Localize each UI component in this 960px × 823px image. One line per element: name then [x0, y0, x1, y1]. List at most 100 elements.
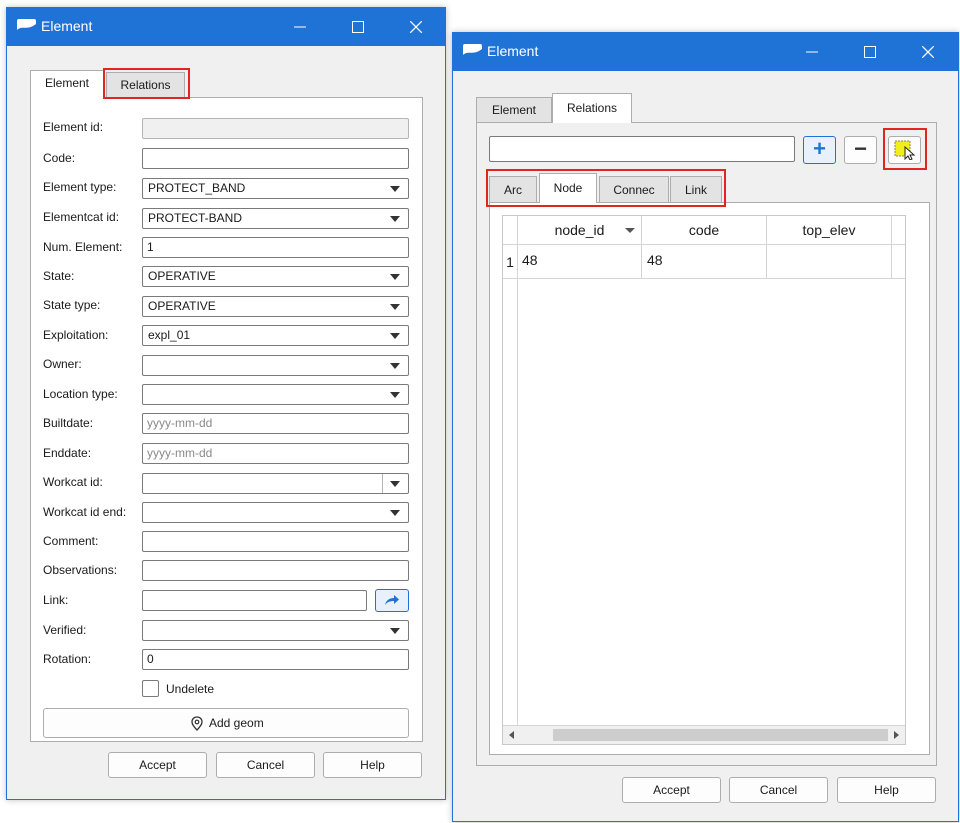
column-header-top-elev[interactable]: top_elev	[767, 216, 892, 245]
maximize-button[interactable]	[847, 33, 893, 71]
rotation-field[interactable]: 0	[142, 649, 409, 670]
select-cursor-icon	[894, 140, 916, 160]
share-arrow-icon	[385, 595, 399, 605]
chevron-down-icon	[390, 186, 400, 192]
help-button[interactable]: Help	[837, 777, 936, 803]
comment-field[interactable]	[142, 531, 409, 552]
element-panel: Element id: Code: Element type: PROTECT_…	[30, 97, 423, 742]
close-icon	[922, 46, 934, 58]
subtab-node[interactable]: Node	[539, 173, 597, 203]
chevron-down-icon	[390, 304, 400, 310]
title-bar[interactable]: Element	[453, 33, 958, 71]
cancel-button[interactable]: Cancel	[729, 777, 828, 803]
map-pin-icon	[191, 716, 203, 731]
node-table-panel: node_id code top_elev 1 48 48	[489, 202, 930, 755]
verified-combo[interactable]	[142, 620, 409, 641]
state-type-combo[interactable]: OPERATIVE	[142, 296, 409, 317]
state-type-value: OPERATIVE	[148, 299, 216, 313]
chevron-down-icon	[390, 216, 400, 222]
close-icon	[410, 21, 422, 33]
remove-relation-button[interactable]: −	[844, 136, 877, 164]
maximize-button[interactable]	[335, 8, 381, 46]
exploitation-combo[interactable]: expl_01	[142, 325, 409, 346]
maximize-icon	[352, 21, 364, 33]
scroll-left-icon[interactable]	[509, 731, 514, 739]
minimize-icon	[294, 26, 306, 28]
link-field[interactable]	[142, 590, 367, 611]
subtab-link[interactable]: Link	[670, 176, 722, 202]
relations-panel: + − Arc Node Connec Link node_id code to…	[476, 122, 937, 766]
tab-element[interactable]: Element	[30, 70, 104, 98]
undelete-label: Undelete	[166, 682, 215, 696]
accept-button[interactable]: Accept	[108, 752, 207, 778]
relations-search-input[interactable]	[489, 136, 795, 162]
column-header-node-id[interactable]: node_id	[518, 216, 642, 245]
window-title: Element	[41, 18, 93, 34]
label-state-type: State type:	[43, 298, 101, 312]
scroll-right-icon[interactable]	[894, 731, 899, 739]
title-bar[interactable]: Element	[7, 8, 445, 46]
window-title: Element	[487, 43, 539, 59]
workcat-id-combo[interactable]	[142, 473, 409, 494]
minimize-icon	[806, 51, 818, 53]
label-verified: Verified:	[43, 623, 87, 637]
label-location-type: Location type:	[43, 387, 118, 401]
cell-top-elev[interactable]	[767, 245, 892, 279]
add-geom-button[interactable]: Add geom	[43, 708, 409, 738]
tab-element[interactable]: Element	[476, 97, 552, 123]
minimize-button[interactable]	[277, 8, 323, 46]
label-link: Link:	[43, 593, 69, 607]
element-dialog-right: Element Element Relations + − Arc Node C…	[452, 32, 959, 822]
add-relation-button[interactable]: +	[803, 136, 836, 164]
chevron-down-icon	[390, 392, 400, 398]
select-on-map-button[interactable]	[888, 136, 921, 164]
state-combo[interactable]: OPERATIVE	[142, 266, 409, 287]
label-observations: Observations:	[43, 563, 118, 577]
chevron-down-icon	[390, 510, 400, 516]
location-type-combo[interactable]	[142, 384, 409, 405]
element-type-combo[interactable]: PROTECT_BAND	[142, 178, 409, 199]
label-builtdate: Builtdate:	[43, 416, 94, 430]
minimize-button[interactable]	[789, 33, 835, 71]
tab-relations[interactable]: Relations	[552, 93, 632, 123]
close-button[interactable]	[393, 8, 439, 46]
label-code: Code:	[43, 151, 76, 165]
workcat-id-end-combo[interactable]	[142, 502, 409, 523]
tab-relations[interactable]: Relations	[106, 72, 185, 98]
exploitation-value: expl_01	[148, 328, 191, 342]
app-icon	[17, 19, 36, 35]
observations-field[interactable]	[142, 560, 409, 581]
cell-node-id[interactable]: 48	[518, 245, 642, 279]
help-button[interactable]: Help	[323, 752, 422, 778]
enddate-field[interactable]: yyyy-mm-dd	[142, 443, 409, 464]
owner-combo[interactable]	[142, 355, 409, 376]
minus-icon: −	[854, 136, 867, 161]
chevron-down-icon	[390, 481, 400, 487]
num-element-field[interactable]: 1	[142, 237, 409, 258]
subtab-connec[interactable]: Connec	[599, 176, 669, 202]
scrollbar-thumb[interactable]	[553, 729, 888, 741]
chevron-down-icon	[390, 628, 400, 634]
subtab-arc[interactable]: Arc	[489, 176, 537, 202]
chevron-down-icon	[390, 363, 400, 369]
cell-code[interactable]: 48	[642, 245, 767, 279]
accept-button[interactable]: Accept	[622, 777, 721, 803]
horizontal-scrollbar[interactable]	[503, 725, 905, 744]
sort-down-icon	[625, 228, 635, 233]
code-field[interactable]	[142, 148, 409, 169]
column-header-code[interactable]: code	[642, 216, 767, 245]
undelete-checkbox[interactable]	[142, 680, 159, 697]
state-value: OPERATIVE	[148, 269, 216, 283]
label-enddate: Enddate:	[43, 446, 92, 460]
close-button[interactable]	[905, 33, 951, 71]
open-link-button[interactable]	[375, 589, 409, 612]
label-comment: Comment:	[43, 534, 99, 548]
cancel-button[interactable]: Cancel	[216, 752, 315, 778]
label-rotation: Rotation:	[43, 652, 92, 666]
label-exploitation: Exploitation:	[43, 328, 109, 342]
table-row[interactable]: 1 48 48	[503, 245, 905, 279]
element-id-field	[142, 118, 409, 139]
builtdate-field[interactable]: yyyy-mm-dd	[142, 413, 409, 434]
element-type-value: PROTECT_BAND	[148, 181, 246, 195]
elementcat-id-combo[interactable]: PROTECT-BAND	[142, 208, 409, 229]
